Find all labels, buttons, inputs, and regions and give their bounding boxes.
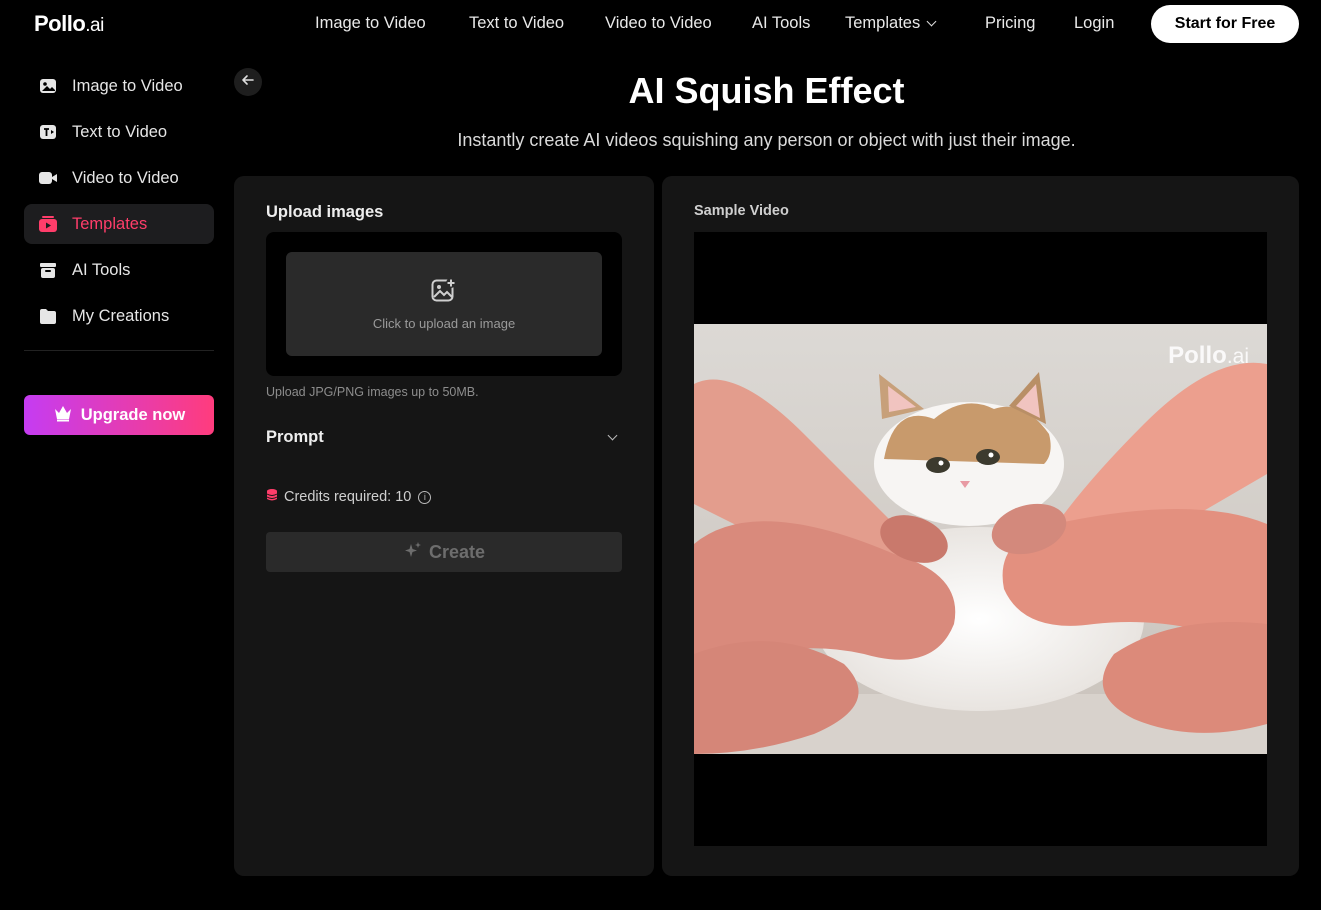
video-camera-icon: [37, 167, 59, 189]
nav-pricing[interactable]: Pricing: [985, 14, 1035, 33]
sidebar-item-ai-tools[interactable]: AI Tools: [24, 250, 214, 290]
sidebar-item-label: Video to Video: [72, 168, 179, 187]
nav-templates-label: Templates: [845, 14, 921, 32]
sidebar-divider: [24, 350, 214, 351]
chevron-down-icon: [926, 16, 937, 27]
video-watermark: Pollo.ai: [1168, 342, 1249, 370]
sample-video-player[interactable]: Pollo.ai: [694, 232, 1267, 846]
nav-text-to-video[interactable]: Text to Video: [469, 14, 564, 33]
text-video-icon: [37, 121, 59, 143]
start-for-free-button[interactable]: Start for Free: [1151, 5, 1299, 43]
upload-dropzone[interactable]: Click to upload an image: [286, 252, 602, 356]
credits-text: Credits required: 10: [284, 489, 412, 505]
watermark-main: Pollo: [1168, 342, 1227, 369]
info-icon[interactable]: i: [418, 490, 432, 504]
pollo-logo[interactable]: Pollo.ai: [34, 11, 104, 37]
upgrade-label: Upgrade now: [80, 405, 186, 424]
sidebar-item-label: Text to Video: [72, 122, 168, 141]
nav-video-to-video[interactable]: Video to Video: [605, 14, 712, 33]
upload-heading: Upload images: [266, 203, 384, 221]
sidebar-item-templates[interactable]: Templates: [24, 204, 214, 244]
crown-icon: [53, 404, 73, 427]
upload-area: Click to upload an image: [266, 232, 622, 376]
logo-suffix: .ai: [85, 15, 104, 36]
templates-icon: [37, 213, 59, 235]
kitten-squish-illustration: [694, 324, 1267, 754]
watermark-suffix: .ai: [1226, 345, 1249, 368]
sidebar-item-video-to-video[interactable]: Video to Video: [24, 158, 214, 198]
credits-info: Credits required: 10 i: [266, 488, 432, 506]
upload-prompt-text: Click to upload an image: [372, 316, 516, 331]
folder-icon: [37, 305, 59, 327]
nav-login[interactable]: Login: [1074, 14, 1114, 33]
sparkle-icon: [403, 540, 423, 565]
nav-ai-tools[interactable]: AI Tools: [752, 14, 810, 33]
image-video-icon: [37, 75, 59, 97]
sidebar-item-text-to-video[interactable]: Text to Video: [24, 112, 214, 152]
sidebar-item-label: AI Tools: [72, 260, 131, 279]
sidebar: Image to Video Text to Video Video to Vi…: [24, 66, 214, 351]
toolbox-icon: [37, 259, 59, 281]
page-title: AI Squish Effect: [628, 70, 905, 111]
logo-main: Pollo: [34, 11, 86, 36]
generator-panel: Upload images Click to upload an image U…: [234, 176, 654, 876]
sidebar-item-image-to-video[interactable]: Image to Video: [24, 66, 214, 106]
create-button[interactable]: Create: [266, 532, 622, 572]
upload-hint: Upload JPG/PNG images up to 50MB.: [266, 385, 479, 399]
sidebar-item-label: My Creations: [72, 306, 170, 325]
sample-video-heading: Sample Video: [694, 203, 789, 219]
sidebar-item-my-creations[interactable]: My Creations: [24, 296, 214, 336]
chevron-down-icon: [607, 430, 618, 441]
prompt-heading: Prompt: [266, 428, 324, 446]
prompt-toggle[interactable]: Prompt: [266, 428, 622, 452]
sidebar-item-label: Templates: [72, 214, 148, 233]
sample-panel: Sample Video Pollo.ai: [662, 176, 1299, 876]
top-nav: Pollo.ai Image to Video Text to Video Vi…: [0, 0, 1321, 48]
create-label: Create: [428, 541, 486, 562]
nav-templates[interactable]: Templates: [845, 14, 937, 33]
image-add-icon: [431, 277, 457, 308]
sidebar-item-label: Image to Video: [72, 76, 183, 95]
coins-icon: [266, 488, 278, 506]
sample-video-frame: Pollo.ai: [694, 324, 1267, 754]
upgrade-now-button[interactable]: Upgrade now: [24, 395, 214, 435]
page-subtitle: Instantly create AI videos squishing any…: [457, 130, 1076, 150]
nav-image-to-video[interactable]: Image to Video: [315, 14, 426, 33]
